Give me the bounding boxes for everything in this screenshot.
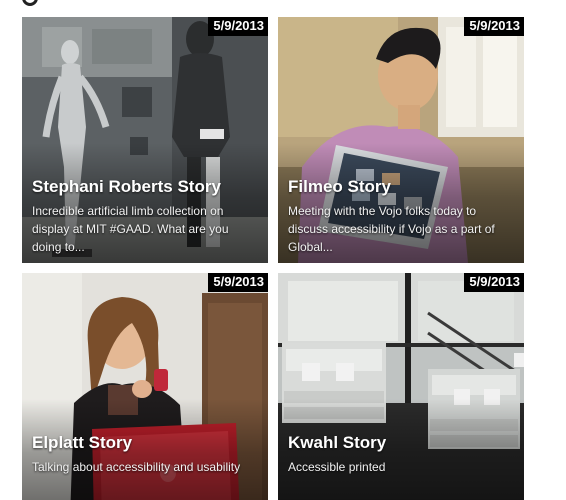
story-card-filmeo[interactable]: 5/9/2013 Filmeo Story Meeting with the V… — [278, 17, 524, 263]
heading-glyph — [22, 0, 38, 6]
story-card-kwahl[interactable]: 5/9/2013 Kwahl Story Accessible printed — [278, 273, 524, 500]
story-description: Accessible printed — [288, 460, 386, 474]
story-description: Meeting with the Vojo folks today to dis… — [288, 204, 495, 254]
heading-fragment — [0, 0, 566, 8]
story-card-stephani-roberts[interactable]: 5/9/2013 Stephani Roberts Story Incredib… — [22, 17, 268, 263]
story-date-badge: 5/9/2013 — [208, 273, 268, 292]
story-description: Incredible artificial limb collection on… — [32, 204, 229, 254]
story-title[interactable]: Stephani Roberts Story — [32, 177, 258, 197]
story-title[interactable]: Kwahl Story — [288, 433, 514, 453]
story-date-badge: 5/9/2013 — [464, 17, 524, 36]
story-date-badge: 5/9/2013 — [464, 273, 524, 292]
story-title[interactable]: Filmeo Story — [288, 177, 514, 197]
story-date-badge: 5/9/2013 — [208, 17, 268, 36]
story-description: Talking about accessibility and usabilit… — [32, 460, 241, 474]
story-grid-page: 5/9/2013 Stephani Roberts Story Incredib… — [0, 0, 566, 500]
story-card-elplatt[interactable]: 5/9/2013 Elplatt Story Talking about acc… — [22, 273, 268, 500]
story-title[interactable]: Elplatt Story — [32, 433, 258, 453]
